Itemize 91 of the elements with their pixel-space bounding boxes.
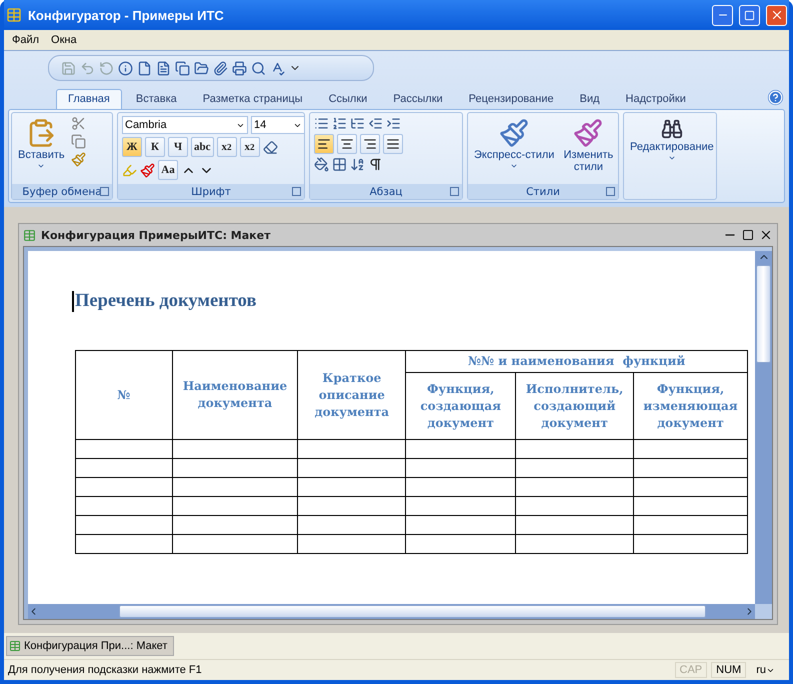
- borders-icon: [332, 157, 347, 172]
- maximize-icon: [742, 229, 754, 241]
- ribbon-tab[interactable]: Рассылки: [381, 89, 455, 109]
- bullets-icon: [314, 116, 329, 131]
- caret-icon: [37, 162, 46, 170]
- numbering-icon: [332, 116, 347, 131]
- format-button[interactable]: abc: [191, 137, 214, 157]
- key-indicator: CAP: [674, 662, 708, 678]
- format-painter-icon: [70, 152, 86, 167]
- caret-icon: [510, 162, 518, 170]
- align-button[interactable]: [314, 134, 334, 154]
- horizontal-scrollbar[interactable]: [28, 604, 755, 619]
- scissors-icon: [70, 116, 86, 131]
- group-label: Буфер обмена: [12, 184, 112, 199]
- document-icon[interactable]: [156, 60, 171, 76]
- align-button[interactable]: [383, 134, 403, 154]
- vertical-scrollbar[interactable]: [755, 251, 772, 604]
- align-left-icon: [317, 137, 331, 151]
- window-title: Конфигуратор - Примеры ИТС: [28, 8, 225, 22]
- shading-icon: [314, 157, 329, 172]
- copy-icon: [70, 134, 86, 149]
- document-window-icon: [9, 640, 21, 652]
- ribbon-tab[interactable]: Рецензирование: [456, 89, 566, 109]
- close-button[interactable]: [759, 228, 773, 242]
- editing-button[interactable]: Редактирование: [628, 116, 716, 196]
- ribbon-tab[interactable]: Главная: [56, 89, 122, 109]
- ribbon-tab[interactable]: Ссылки: [316, 89, 380, 109]
- printer-icon[interactable]: [232, 60, 247, 76]
- align-center-icon: [340, 137, 354, 151]
- font-name-field[interactable]: Cambria: [122, 116, 248, 134]
- increase-indent-icon: [386, 116, 401, 131]
- group-label: Абзац: [310, 184, 462, 199]
- table-header: №№ и наименования функций: [406, 350, 748, 372]
- language-button[interactable]: ru: [750, 664, 785, 676]
- decrease-indent-icon: [368, 116, 383, 131]
- quick-styles-button[interactable]: Экспресс-стили: [472, 116, 556, 181]
- menu-item[interactable]: Файл: [8, 34, 44, 46]
- highlight-icon: [122, 162, 137, 178]
- maximize-button[interactable]: [742, 229, 754, 241]
- format-button[interactable]: К: [145, 137, 165, 157]
- table-header: Наименование документа: [172, 350, 298, 440]
- caret-icon: [668, 154, 676, 162]
- format-button[interactable]: Ж: [122, 137, 142, 157]
- table-header: Функция, создающая документ: [406, 372, 516, 440]
- key-indicator: NUM: [711, 662, 746, 678]
- scroll-thumb[interactable]: [119, 605, 706, 618]
- copy-icon[interactable]: [175, 60, 190, 76]
- clear-format-icon: [262, 140, 278, 154]
- print-preview-icon[interactable]: [251, 60, 266, 76]
- group-label: Стили: [468, 184, 618, 199]
- table-header: №: [76, 350, 172, 440]
- window-tab[interactable]: Конфигурация При...: Макет: [6, 636, 174, 656]
- new-page-icon[interactable]: [137, 60, 152, 76]
- paperclip-icon[interactable]: [213, 60, 228, 76]
- document-window-title: Конфигурация ПримерыИТС: Макет: [41, 228, 272, 242]
- align-right-icon: [363, 137, 377, 151]
- brush-icon: [499, 118, 530, 148]
- change-styles-button[interactable]: Изменить стили: [560, 116, 616, 181]
- change-case-button[interactable]: Aa: [158, 160, 178, 180]
- binoculars-icon: [660, 118, 683, 140]
- align-button[interactable]: [337, 134, 357, 154]
- paste-button[interactable]: Вставить: [16, 116, 67, 181]
- pilcrow-icon: [368, 157, 383, 172]
- multilevel-list-icon: [350, 116, 365, 131]
- table-header: Исполнитель, создающий документ: [516, 372, 634, 440]
- table-header: Краткое описание документа: [298, 350, 406, 440]
- document-heading: Перечень документов: [72, 291, 256, 312]
- scroll-thumb[interactable]: [756, 265, 771, 363]
- ribbon-tab[interactable]: Вид: [568, 89, 612, 109]
- document-window-icon: [23, 228, 36, 242]
- align-button[interactable]: [360, 134, 380, 154]
- info-icon[interactable]: [118, 60, 133, 76]
- menu-item[interactable]: Окна: [47, 34, 81, 46]
- sort-icon: [350, 157, 365, 172]
- brush-icon: [573, 118, 604, 148]
- font-color-icon: [140, 162, 155, 178]
- ribbon-tab[interactable]: Надстройки: [614, 89, 698, 109]
- close-icon: [759, 228, 773, 242]
- table-header: Функция, изменяющая документ: [634, 372, 748, 440]
- format-button[interactable]: Ч: [168, 137, 188, 157]
- font-size-field[interactable]: 14: [251, 116, 305, 134]
- folder-icon[interactable]: [194, 60, 209, 76]
- ribbon-tab[interactable]: Вставка: [124, 89, 189, 109]
- app-icon: [6, 7, 22, 23]
- maximize-icon: [744, 10, 755, 20]
- group-label: Шрифт: [118, 184, 304, 199]
- align-justify-icon: [386, 137, 400, 151]
- spellcheck-icon[interactable]: [270, 60, 285, 76]
- status-hint: Для получения подсказки нажмите F1: [8, 664, 203, 676]
- ribbon-tab[interactable]: Разметка страницы: [190, 89, 315, 109]
- help-icon[interactable]: [768, 90, 783, 105]
